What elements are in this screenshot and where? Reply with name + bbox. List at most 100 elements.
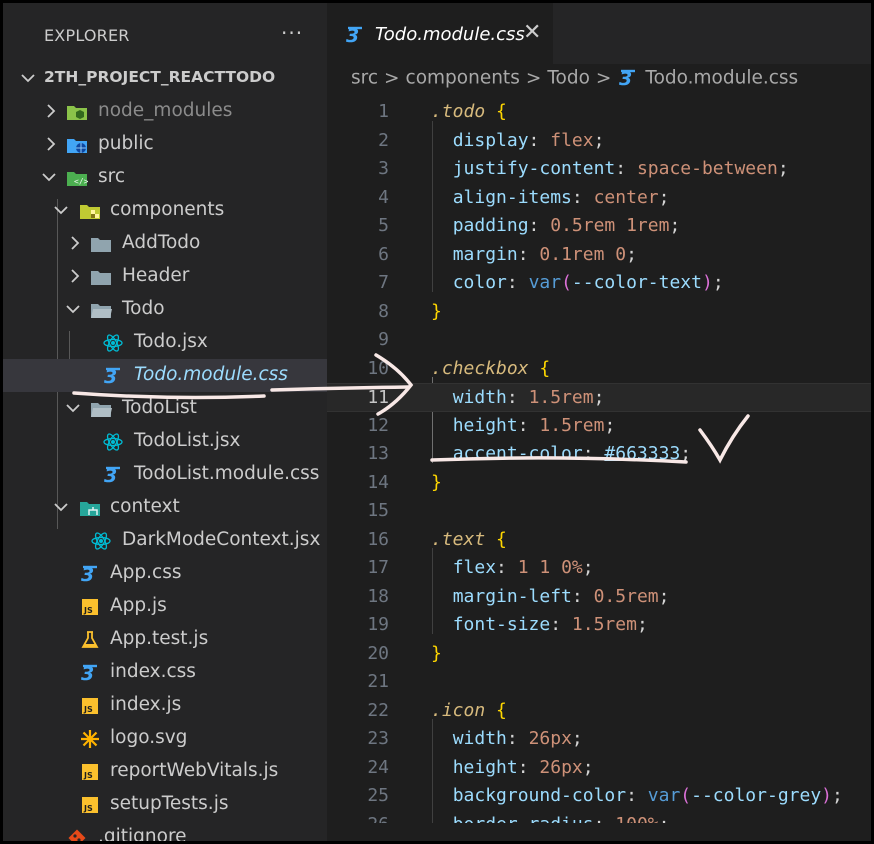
chevron-down-icon (42, 173, 56, 182)
tree-item-label: index.js (110, 694, 182, 715)
tree-item-label: index.css (110, 661, 196, 682)
tree-item-darkmodecontext-jsx[interactable]: DarkModeContext.jsx (3, 524, 327, 557)
tree-item-reportwebvitals-js[interactable]: JS reportWebVitals.js (3, 755, 327, 788)
svg-text:JS: JS (83, 804, 93, 813)
code-line: 7 color: var(--color-text); (327, 269, 871, 298)
react-icon (103, 433, 123, 451)
code-line: 15 (327, 497, 871, 526)
tree-item-label: TodoList.module.css (134, 463, 320, 484)
node-folder-icon (67, 106, 87, 120)
line-number: 16 (367, 528, 389, 550)
tree-item-addtodo[interactable]: AddTodo (3, 227, 327, 260)
tree-item-todo[interactable]: Todo (3, 293, 327, 326)
line-number: 2 (378, 129, 389, 151)
line-number: 18 (367, 585, 389, 607)
close-icon[interactable]: ✕ (523, 20, 541, 45)
code-line: 3 justify-content: space-between; (327, 155, 871, 184)
line-number: 9 (378, 329, 389, 350)
breadcrumb-item[interactable]: Todo (547, 68, 590, 89)
line-number: 3 (378, 158, 389, 179)
line-number: 10 (367, 357, 389, 379)
css-file-icon: 3 (81, 564, 97, 585)
tree-item-app-js[interactable]: JS App.js (3, 590, 327, 623)
code-line-current: 11 width: 1.5rem; (327, 383, 871, 412)
tree-item-header[interactable]: Header (3, 260, 327, 293)
code-editor[interactable]: 1 .todo { 2 display: flex; 3 justify-cont… (327, 93, 871, 835)
explorer-title: EXPLORER (44, 26, 130, 45)
svg-file-icon (81, 730, 99, 748)
line-number: 24 (367, 756, 389, 778)
code-line: 6 margin: 0.1rem 0; (327, 241, 871, 270)
tree-item-label: Header (122, 265, 190, 286)
code-line: 19 font-size: 1.5rem; (327, 611, 871, 640)
breadcrumb: src > components > Todo >3 Todo.module.css (351, 67, 798, 91)
tree-item-todo-module-css[interactable]: 3 Todo.module.css (3, 359, 327, 392)
project-root[interactable]: 2TH_PROJECT_REACTTODO (3, 67, 327, 89)
code-line: 22 .icon { (327, 697, 871, 726)
svg-text:</>: </> (74, 177, 88, 186)
tree-item-label: reportWebVitals.js (110, 760, 279, 781)
code-line: 5 padding: 0.5rem 1rem; (327, 212, 871, 241)
tree-item-logo-svg[interactable]: logo.svg (3, 722, 327, 755)
tree-item-public[interactable]: public (3, 128, 327, 161)
tree-item-app-test-js[interactable]: App.test.js (3, 623, 327, 656)
tree-item-src[interactable]: </> src (3, 161, 327, 194)
tree-item-label: AddTodo (122, 232, 201, 253)
tree-item-index-css[interactable]: 3 index.css (3, 656, 327, 689)
flask-icon (81, 631, 99, 648)
code-line: 18 margin-left: 0.5rem; (327, 583, 871, 612)
globe-folder-icon (67, 139, 87, 153)
tab-todo-module-css[interactable]: 3 Todo.module.css ✕ (327, 3, 553, 65)
tree-item-label: public (98, 133, 154, 154)
folder-open-icon (91, 304, 112, 318)
chevron-down-icon (54, 206, 68, 215)
tree-item-setuptests-js[interactable]: JS setupTests.js (3, 788, 327, 821)
tree-item-components[interactable]: components (3, 194, 327, 227)
svg-text:JS: JS (83, 705, 93, 714)
breadcrumb-item[interactable]: src (351, 68, 378, 89)
line-number: 1 (378, 101, 389, 122)
horizontal-scrollbar[interactable] (327, 823, 871, 841)
tab-bar: 3 Todo.module.css ✕ (327, 3, 871, 65)
tree-item-node-modules[interactable]: node_modules (3, 95, 327, 128)
react-icon (103, 334, 123, 352)
line-number: 5 (378, 215, 389, 236)
chevron-down-icon (54, 503, 68, 512)
code-line: 12 height: 1.5rem; (327, 412, 871, 441)
line-number: 23 (367, 728, 389, 749)
tree-item-gitignore[interactable]: .gitignore (3, 821, 327, 841)
tree-item-label: src (98, 166, 126, 187)
css-file-icon: 3 (104, 366, 120, 387)
folder-icon (91, 271, 111, 285)
css-file-icon: 3 (346, 25, 362, 46)
tree-item-label: App.test.js (110, 628, 209, 649)
tree-item-todolist-module-css[interactable]: 3 TodoList.module.css (3, 458, 327, 491)
line-number: 7 (378, 272, 389, 293)
line-number: 4 (378, 186, 389, 208)
line-number: 21 (367, 671, 389, 692)
line-number: 6 (378, 243, 389, 265)
tree-item-index-js[interactable]: JS index.js (3, 689, 327, 722)
tree-item-label: DarkModeContext.jsx (122, 529, 321, 550)
breadcrumb-item[interactable]: components (406, 68, 520, 89)
context-folder-icon (80, 502, 100, 516)
tree-item-context[interactable]: context (3, 491, 327, 524)
tree-item-label: context (110, 496, 180, 517)
breadcrumb-item[interactable]: Todo.module.css (645, 68, 798, 89)
tree-item-label: logo.svg (110, 727, 188, 748)
more-actions-icon[interactable]: ··· (281, 21, 303, 45)
breadcrumb-separator: > (525, 67, 542, 89)
js-file-icon: JS (82, 698, 98, 714)
tree-item-todolist-jsx[interactable]: TodoList.jsx (3, 425, 327, 458)
folder-icon (91, 238, 111, 252)
code-line: 23 width: 26px; (327, 725, 871, 754)
react-icon (91, 532, 111, 550)
css-file-icon: 3 (619, 68, 636, 90)
vscode-window: EXPLORER ··· 2TH_PROJECT_REACTTODO node_… (3, 3, 871, 841)
tree-item-todo-jsx[interactable]: Todo.jsx (3, 326, 327, 359)
chevron-down-icon (21, 74, 35, 83)
tree-item-app-css[interactable]: 3 App.css (3, 557, 327, 590)
tab-title: Todo.module.css (375, 24, 525, 45)
tree-item-todolist[interactable]: TodoList (3, 392, 327, 425)
line-number: 11 (367, 387, 389, 408)
